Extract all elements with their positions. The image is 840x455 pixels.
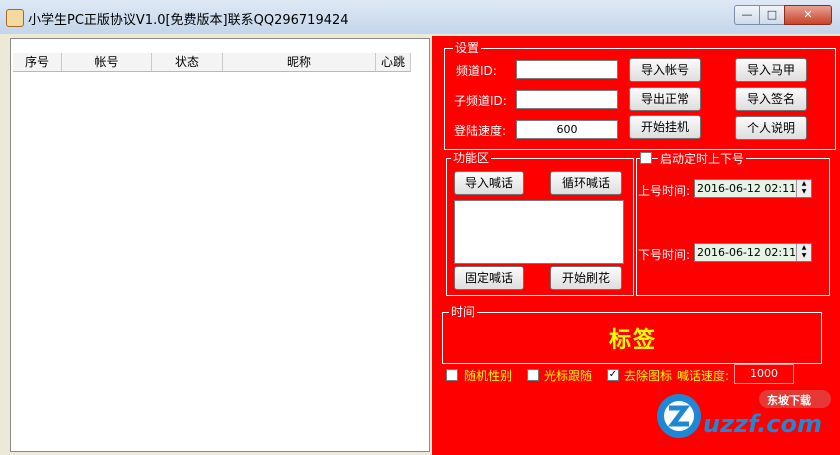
login-speed-label: 登陆速度: — [454, 124, 507, 138]
column-header-heartbeat[interactable]: 心跳 — [376, 53, 411, 71]
watermark-badge: 东坡下载 — [767, 394, 811, 407]
remove-icon-checkbox[interactable]: ✓ — [607, 369, 619, 381]
loop-shout-button[interactable]: 循环喊话 — [550, 171, 622, 195]
random-gender-checkbox[interactable] — [446, 369, 458, 381]
app-icon — [6, 9, 24, 27]
time-group-label: 时间 — [449, 305, 478, 319]
minimize-button[interactable]: — — [734, 5, 760, 25]
close-button[interactable]: ✕ — [784, 5, 832, 25]
timer-checkbox[interactable] — [640, 152, 652, 164]
column-header-status[interactable]: 状态 — [152, 53, 223, 71]
import-vest-button[interactable]: 导入马甲 — [735, 58, 807, 82]
down-time-value: 2016-06-12 02:11 — [697, 246, 797, 259]
sub-channel-id-input[interactable] — [516, 90, 618, 109]
list-header: 序号 帐号 状态 昵称 心跳 — [13, 53, 411, 72]
down-time-label: 下号时间: — [638, 248, 691, 262]
random-gender-label[interactable]: 随机性别 — [464, 367, 512, 384]
personal-note-button[interactable]: 个人说明 — [735, 116, 807, 140]
account-list[interactable]: 序号 帐号 状态 昵称 心跳 — [10, 38, 430, 452]
column-header-index[interactable]: 序号 — [13, 53, 62, 71]
import-sign-button[interactable]: 导入签名 — [735, 87, 807, 111]
import-shout-button[interactable]: 导入喊话 — [454, 171, 524, 195]
down-time-spinner[interactable]: ▲ ▼ — [796, 244, 811, 261]
up-time-spinner[interactable]: ▲ ▼ — [796, 180, 811, 197]
sub-channel-id-label: 子频道ID: — [454, 94, 507, 108]
shout-speed-label: 喊话速度: — [677, 369, 730, 383]
fixed-shout-button[interactable]: 固定喊话 — [454, 266, 524, 290]
title-bar: 小学生PC正版协议V1.0[免费版本]联系QQ296719424 — □ ✕ — [0, 0, 840, 35]
watermark-text: uzzf.com — [703, 410, 822, 438]
timer-label: 启动定时上下号 — [658, 150, 747, 167]
cursor-follow-label[interactable]: 光标跟随 — [544, 367, 592, 384]
time-display-label: 标签 — [609, 328, 658, 353]
import-account-button[interactable]: 导入帐号 — [629, 58, 701, 82]
shout-speed-input[interactable]: 1000 — [734, 364, 794, 384]
maximize-button[interactable]: □ — [759, 5, 785, 25]
function-area-label: 功能区 — [451, 151, 492, 165]
remove-icon-label[interactable]: 去除图标 — [624, 367, 672, 384]
export-normal-button[interactable]: 导出正常 — [629, 87, 701, 111]
shout-text-area[interactable] — [454, 200, 624, 264]
up-time-picker[interactable]: 2016-06-12 02:11 ▲ ▼ — [694, 179, 812, 198]
start-flower-button[interactable]: 开始刷花 — [550, 266, 622, 290]
column-header-account[interactable]: 帐号 — [62, 53, 152, 71]
uzzf-watermark-logo: 东坡下载 uzzf.com — [655, 388, 835, 444]
settings-group-label: 设置 — [453, 41, 482, 55]
window-title: 小学生PC正版协议V1.0[免费版本]联系QQ296719424 — [28, 13, 349, 28]
up-time-label: 上号时间: — [638, 184, 691, 198]
up-time-value: 2016-06-12 02:11 — [697, 182, 797, 195]
channel-id-input[interactable] — [516, 60, 618, 79]
cursor-follow-checkbox[interactable] — [527, 369, 539, 381]
channel-id-label: 频道ID: — [456, 64, 497, 78]
column-header-nickname[interactable]: 昵称 — [223, 53, 376, 71]
login-speed-input[interactable]: 600 — [516, 120, 618, 139]
start-hang-button[interactable]: 开始挂机 — [629, 115, 701, 139]
down-time-picker[interactable]: 2016-06-12 02:11 ▲ ▼ — [694, 243, 812, 262]
